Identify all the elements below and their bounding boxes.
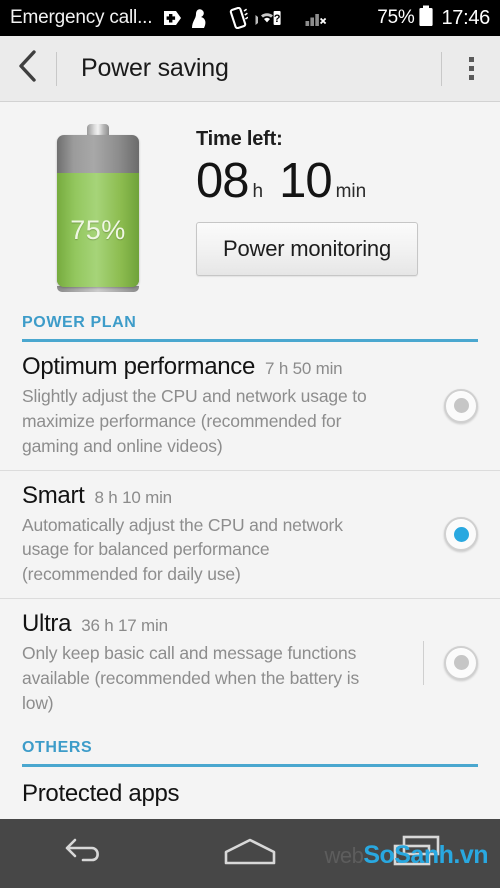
plan-time: 36 h 17 min	[81, 616, 168, 636]
radio-button-ultra[interactable]	[444, 645, 478, 680]
plan-row-optimum-performance[interactable]: Optimum performance 7 h 50 min Slightly …	[0, 342, 500, 471]
power-plan-section-header: POWER PLAN	[0, 302, 500, 342]
power-plan-section-title: POWER PLAN	[22, 314, 137, 331]
wifi-question-icon: ?	[255, 8, 281, 28]
chevron-left-icon	[16, 49, 40, 88]
status-icon-group: ?	[161, 7, 329, 29]
power-monitoring-button[interactable]: Power monitoring	[196, 222, 418, 276]
time-left-hours: 08	[196, 154, 250, 208]
plan-text-block: Optimum performance 7 h 50 min Slightly …	[22, 353, 400, 459]
overflow-menu-icon	[468, 57, 474, 80]
radio-button-smart[interactable]	[444, 517, 478, 552]
battery-graphic-icon: 75%	[57, 124, 139, 292]
battery-fill: 75%	[57, 173, 139, 287]
plan-radio-cell[interactable]	[400, 640, 478, 685]
plan-radio-cell[interactable]	[400, 388, 478, 423]
time-left-minutes: 10	[279, 154, 333, 208]
overflow-menu-button[interactable]	[442, 36, 500, 101]
battery-body: 75%	[57, 135, 139, 287]
nav-home-icon	[220, 835, 280, 872]
time-left-minutes-unit: min	[335, 181, 367, 202]
time-left-value: 08 h 10 min	[196, 157, 500, 206]
signal-no-service-icon	[305, 8, 329, 28]
plan-row-ultra[interactable]: Ultra 36 h 17 min Only keep basic call a…	[0, 599, 500, 727]
list-item-protected-apps[interactable]: Protected apps	[0, 767, 500, 808]
navigation-bar: web SoSanh.vn	[0, 819, 500, 888]
phone-screen: Emergency call... ? 75% 17:46 Power savi…	[0, 0, 500, 888]
action-bar-divider-left	[56, 51, 57, 86]
back-button[interactable]	[0, 36, 56, 101]
radio-dot	[453, 655, 469, 671]
others-section-header: OTHERS	[0, 727, 500, 767]
nav-home-button[interactable]	[167, 819, 334, 888]
battery-percent-label: 75%	[70, 214, 126, 245]
battery-icon	[418, 5, 434, 32]
settings-content: 75% Time left: 08 h 10 min Power monitor…	[0, 102, 500, 849]
status-bar: Emergency call... ? 75% 17:46	[0, 0, 500, 36]
plan-head: Optimum performance 7 h 50 min	[22, 353, 390, 381]
plan-head: Ultra 36 h 17 min	[22, 610, 390, 638]
status-battery-percent: 75%	[377, 7, 415, 28]
plan-text-block: Smart 8 h 10 min Automatically adjust th…	[22, 482, 400, 588]
action-bar: Power saving	[0, 36, 500, 102]
plan-row-smart[interactable]: Smart 8 h 10 min Automatically adjust th…	[0, 471, 500, 600]
time-left-label: Time left:	[196, 128, 283, 150]
status-carrier-label: Emergency call...	[10, 7, 153, 28]
plan-description: Slightly adjust the CPU and network usag…	[22, 386, 367, 456]
nav-back-button[interactable]	[0, 819, 167, 888]
plan-name: Optimum performance	[22, 353, 256, 380]
plan-name: Ultra	[22, 610, 72, 638]
plan-text-block: Ultra 36 h 17 min Only keep basic call a…	[22, 610, 400, 716]
battery-nub	[87, 124, 109, 135]
battery-graphic-wrap: 75%	[0, 120, 196, 292]
others-section-title: OTHERS	[22, 738, 93, 756]
time-left-block: Time left: 08 h 10 min Power monitoring	[196, 120, 500, 292]
plan-name: Smart	[22, 481, 85, 509]
status-clock: 17:46	[441, 6, 490, 29]
battery-summary: 75% Time left: 08 h 10 min Power monitor…	[0, 102, 500, 302]
radio-dot-selected	[453, 526, 469, 542]
radio-separator	[423, 640, 424, 685]
nav-recents-icon	[390, 834, 444, 873]
vibrate-icon	[228, 7, 249, 29]
svg-text:?: ?	[274, 13, 281, 25]
bluetooth-audio-icon	[189, 8, 208, 29]
plan-radio-cell[interactable]	[400, 517, 478, 552]
plan-time: 8 h 10 min	[94, 487, 173, 507]
radio-dot	[453, 398, 469, 414]
radio-button-optimum-performance[interactable]	[444, 388, 478, 423]
plan-time: 7 h 50 min	[265, 359, 343, 378]
time-left-hours-unit: h	[252, 181, 264, 202]
plan-head: Smart 8 h 10 min	[22, 482, 390, 510]
nav-recents-button[interactable]	[333, 819, 500, 888]
page-title: Power saving	[81, 54, 229, 82]
first-aid-plus-icon	[161, 8, 182, 28]
protected-apps-label: Protected apps	[22, 779, 180, 807]
status-right-group: 75% 17:46	[377, 5, 490, 32]
nav-back-icon	[59, 835, 107, 872]
plan-description: Automatically adjust the CPU and network…	[22, 514, 343, 585]
plan-description: Only keep basic call and message functio…	[22, 643, 360, 713]
